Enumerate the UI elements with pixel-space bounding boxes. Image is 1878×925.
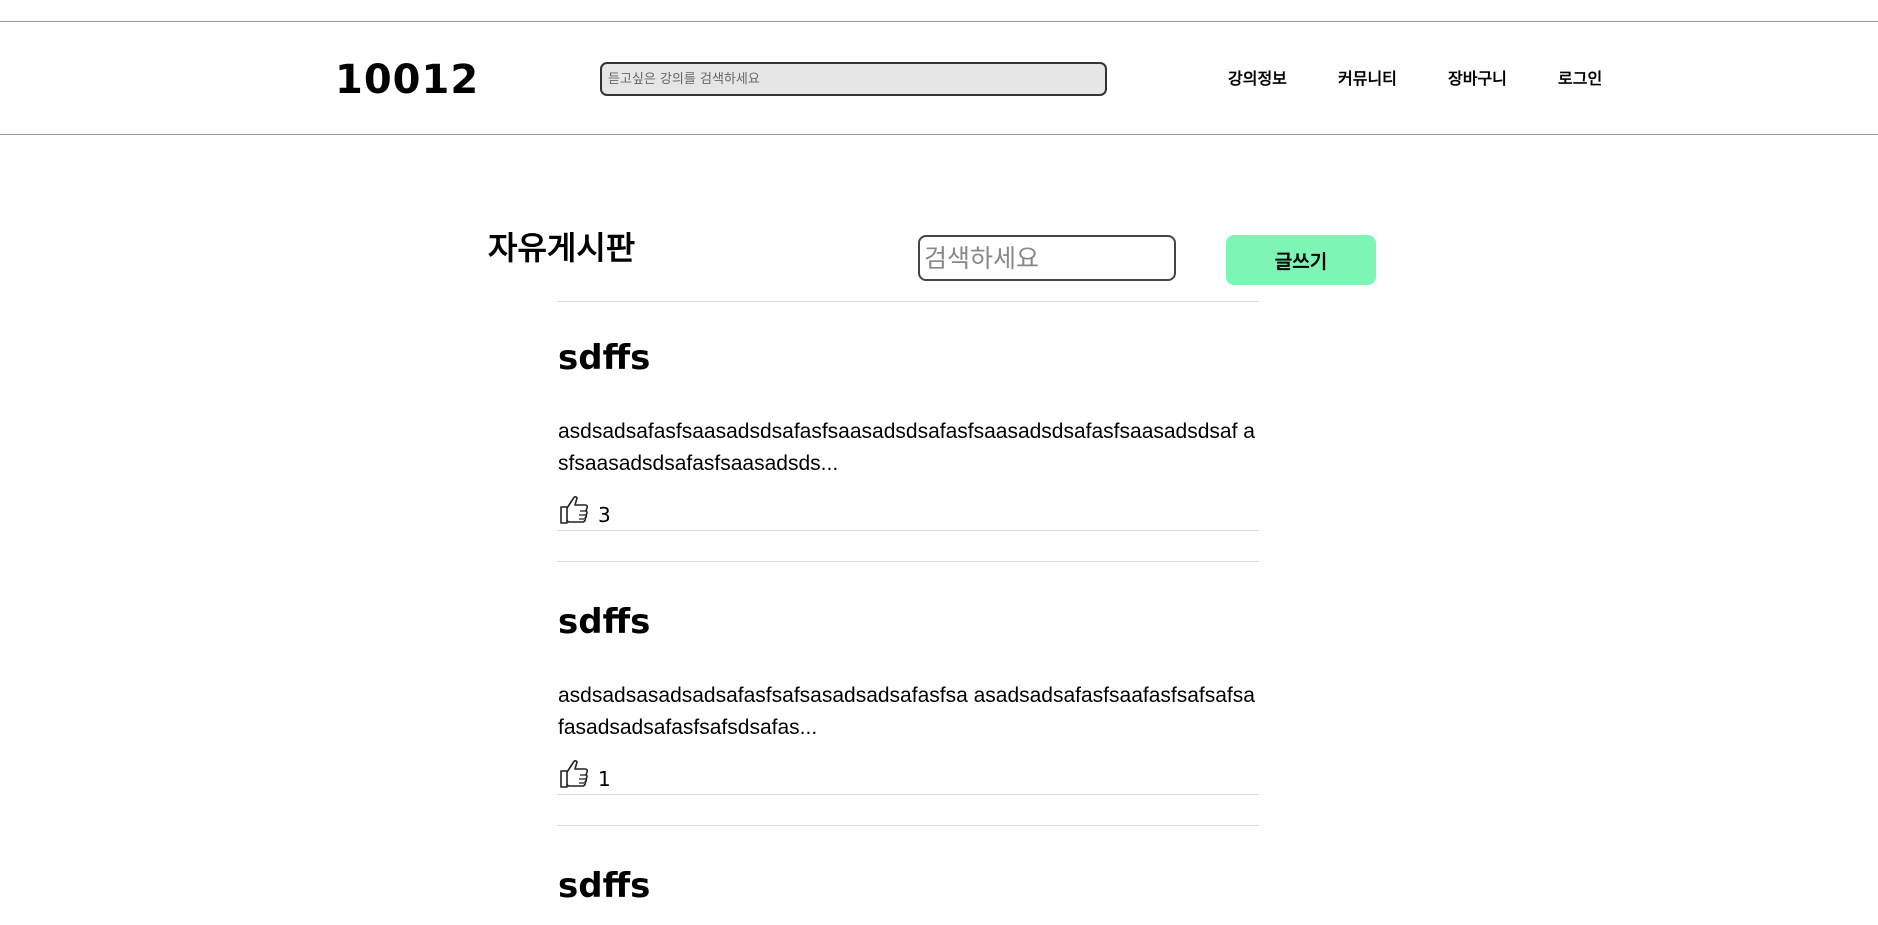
board-title: 자유게시판: [488, 229, 636, 267]
like-count: 3: [598, 503, 611, 527]
post-title[interactable]: sdffs: [558, 869, 650, 903]
board-search-input[interactable]: [918, 235, 1176, 281]
post-divider: [557, 794, 1259, 795]
nav-course-info[interactable]: 강의정보: [1228, 71, 1287, 87]
course-search-input[interactable]: [600, 62, 1107, 96]
post-divider: [557, 561, 1259, 562]
site-header: 10012 강의정보 커뮤니티 장바구니 로그인: [0, 22, 1878, 135]
thumbs-up-icon[interactable]: [558, 493, 590, 525]
nav-community[interactable]: 커뮤니티: [1338, 71, 1397, 87]
nav-login[interactable]: 로그인: [1558, 71, 1602, 87]
like-count: 1: [598, 767, 611, 791]
post-title[interactable]: sdffs: [558, 605, 650, 639]
post-divider: [557, 825, 1259, 826]
site-logo[interactable]: 10012: [335, 60, 479, 100]
post-preview: asdsadsasadsadsafasfsafsasadsadsafasfsa …: [558, 684, 1255, 739]
nav-cart[interactable]: 장바구니: [1448, 71, 1507, 87]
write-post-button[interactable]: 글쓰기: [1226, 235, 1376, 285]
post-preview: asdsadsafasfsaasadsdsafasfsaasadsdsafasf…: [558, 420, 1255, 475]
list-divider: [557, 301, 1259, 302]
post-title[interactable]: sdffs: [558, 341, 650, 375]
thumbs-up-icon[interactable]: [558, 757, 590, 789]
post-divider: [557, 530, 1259, 531]
